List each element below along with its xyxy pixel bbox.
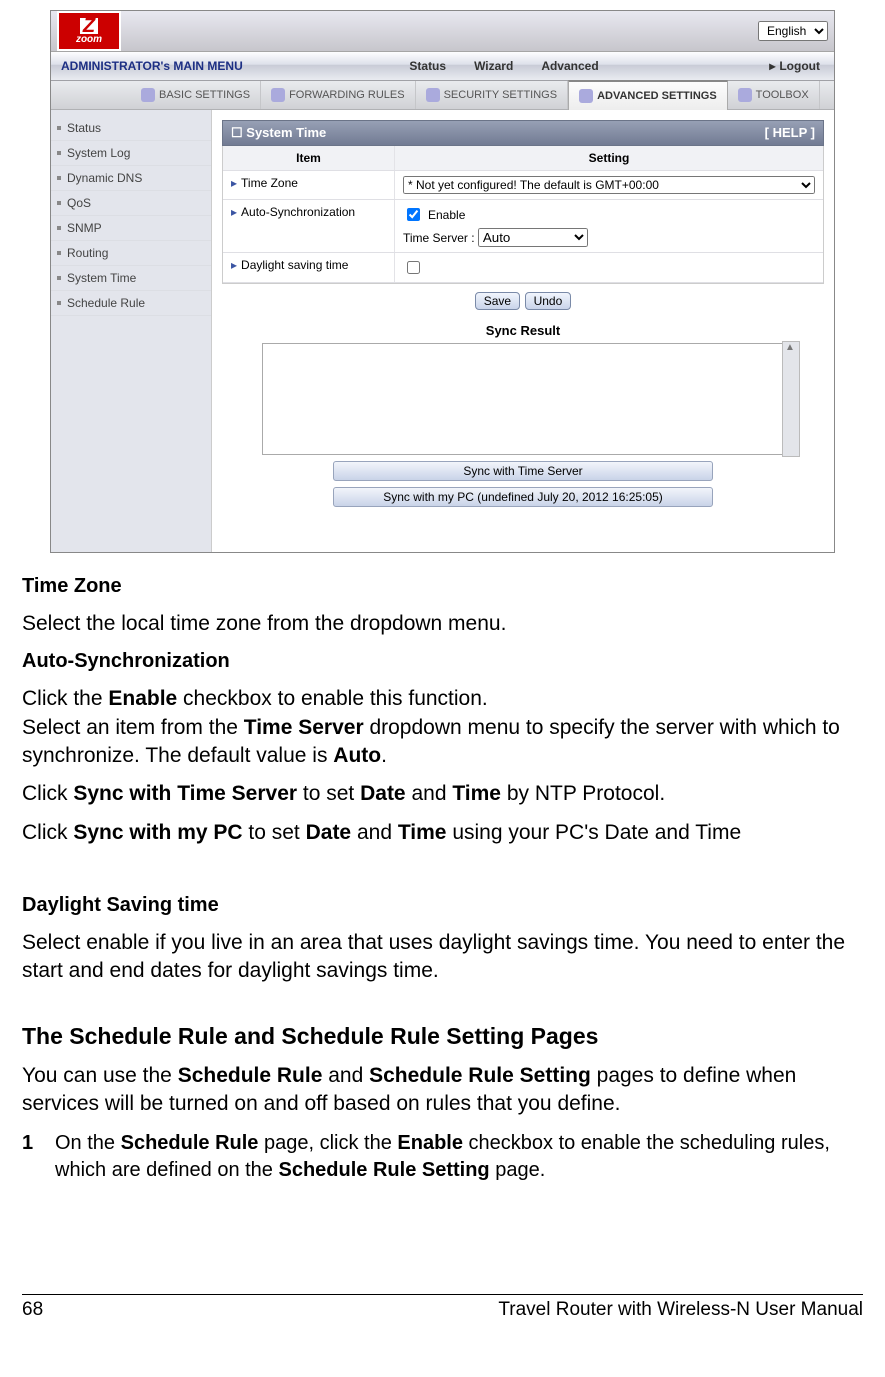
save-button[interactable]: Save (475, 292, 520, 310)
menu-wizard[interactable]: Wizard (460, 59, 527, 73)
page-number: 68 (22, 1299, 43, 1321)
sidebar-item-snmp[interactable]: SNMP (51, 216, 211, 241)
language-select[interactable]: English (758, 21, 828, 41)
timeserver-select[interactable]: Auto (478, 228, 588, 247)
panel-header: ☐ System Time [ HELP ] (222, 120, 824, 146)
timezone-select[interactable]: * Not yet configured! The default is GMT… (403, 176, 815, 194)
term-time-zone: Time Zone (22, 573, 863, 600)
sidebar-item-qos[interactable]: QoS (51, 191, 211, 216)
sync-result-box (262, 343, 784, 455)
step-1: 1 On the Schedule Rule page, click the E… (22, 1130, 863, 1184)
tab-advanced-settings[interactable]: ADVANCED SETTINGS (568, 80, 728, 110)
section-intro: You can use the Schedule Rule and Schedu… (22, 1062, 863, 1119)
sidebar: Status System Log Dynamic DNS QoS SNMP R… (51, 110, 212, 552)
tab-security-settings[interactable]: SECURITY SETTINGS (416, 81, 568, 109)
desc-auto-sync: Click the Enable checkbox to enable this… (22, 685, 863, 770)
undo-button[interactable]: Undo (525, 292, 572, 310)
sync-with-my-pc-button[interactable]: Sync with my PC (undefined July 20, 2012… (333, 487, 713, 507)
router-ui-frame: Zzoom English ADMINISTRATOR's MAIN MENU … (50, 10, 835, 553)
sidebar-item-status[interactable]: Status (51, 116, 211, 141)
zoom-logo: Zzoom (57, 11, 121, 51)
manual-title: Travel Router with Wireless-N User Manua… (498, 1299, 863, 1321)
section-heading: The Schedule Rule and Schedule Rule Sett… (22, 1021, 863, 1052)
tab-toolbox[interactable]: TOOLBOX (728, 81, 820, 109)
admin-menu-label: ADMINISTRATOR's MAIN MENU (51, 59, 253, 73)
dst-checkbox[interactable] (407, 261, 420, 274)
autosync-enable-checkbox[interactable] (407, 208, 420, 221)
menu-status[interactable]: Status (395, 59, 460, 73)
menu-advanced[interactable]: Advanced (527, 59, 612, 73)
sub-tabs: BASIC SETTINGS FORWARDING RULES SECURITY… (51, 81, 834, 110)
sidebar-item-routing[interactable]: Routing (51, 241, 211, 266)
desc-dst: Select enable if you live in an area tha… (22, 929, 863, 986)
sidebar-item-dynamic-dns[interactable]: Dynamic DNS (51, 166, 211, 191)
desc-sync-pc: Click Sync with my PC to set Date and Ti… (22, 819, 863, 847)
col-item: Item (223, 146, 395, 170)
logo-bar: Zzoom English (51, 11, 834, 52)
page-footer: 68 Travel Router with Wireless-N User Ma… (22, 1294, 863, 1321)
help-link[interactable]: [ HELP ] (765, 125, 815, 141)
sync-scrollbar[interactable] (782, 341, 800, 457)
row-autosync-label: Auto-Synchronization (241, 205, 355, 219)
main-menu: ADMINISTRATOR's MAIN MENU Status Wizard … (51, 52, 834, 81)
sidebar-item-schedule-rule[interactable]: Schedule Rule (51, 291, 211, 316)
col-setting: Setting (395, 146, 823, 170)
sync-result-title: Sync Result (222, 318, 824, 343)
enable-label: Enable (428, 208, 465, 222)
timeserver-label: Time Server : (403, 231, 475, 245)
term-dst: Daylight Saving time (22, 892, 863, 919)
term-auto-sync: Auto-Synchronization (22, 648, 863, 675)
desc-sync-server: Click Sync with Time Server to set Date … (22, 780, 863, 808)
row-dst-label: Daylight saving time (241, 258, 348, 272)
menu-logout[interactable]: ▸ Logout (755, 59, 834, 73)
tab-forwarding-rules[interactable]: FORWARDING RULES (261, 81, 416, 109)
tab-basic-settings[interactable]: BASIC SETTINGS (131, 81, 261, 109)
sidebar-item-system-time[interactable]: System Time (51, 266, 211, 291)
row-timezone-label: Time Zone (241, 176, 298, 190)
panel-title: System Time (246, 125, 326, 140)
sidebar-item-system-log[interactable]: System Log (51, 141, 211, 166)
panel: ☐ System Time [ HELP ] Item Setting ▸Tim… (212, 110, 834, 552)
desc-time-zone: Select the local time zone from the drop… (22, 610, 863, 638)
sync-with-time-server-button[interactable]: Sync with Time Server (333, 461, 713, 481)
